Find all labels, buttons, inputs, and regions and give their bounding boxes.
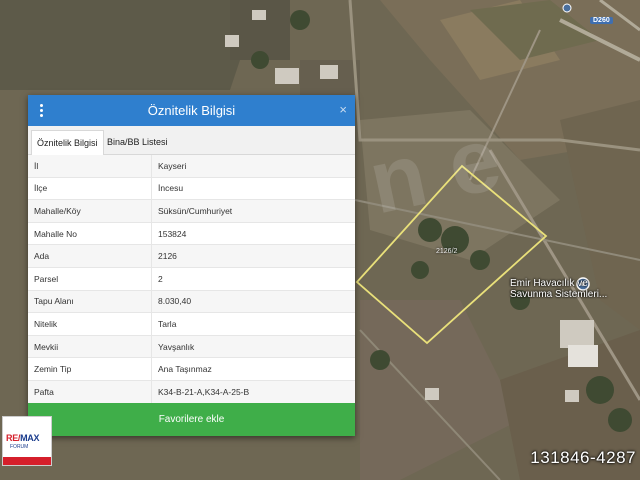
tab-building-list[interactable]: Bina/BB Listesi — [102, 130, 173, 154]
row-value: Yavşanlık — [151, 335, 355, 359]
road-label: D260 — [590, 17, 613, 24]
table-row: Mevkii Yavşanlık — [28, 335, 355, 359]
row-key: Ada — [28, 244, 152, 268]
table-row: Zemin Tip Ana Taşınmaz — [28, 357, 355, 381]
row-key: İlçe — [28, 177, 152, 201]
row-key: Pafta — [28, 380, 152, 404]
table-row: İl Kayseri — [28, 155, 355, 178]
phone-number: 131846-4287 — [530, 448, 636, 467]
table-row: Ada 2126 — [28, 244, 355, 268]
logo-bar — [3, 457, 51, 465]
panel-header: Öznitelik Bilgisi × — [28, 95, 355, 126]
poi-label[interactable]: Emir Havacılık ve Savunma Sistemleri... — [510, 278, 608, 300]
row-key: Tapu Alanı — [28, 290, 152, 314]
row-key: Mahalle No — [28, 222, 152, 246]
row-value: Kayseri — [151, 155, 355, 178]
poi-label-line2: Savunma Sistemleri... — [510, 289, 608, 300]
table-row: Mahalle/Köy Süksün/Cumhuriyet — [28, 199, 355, 223]
row-value: Ana Taşınmaz — [151, 357, 355, 381]
row-value: 2126 — [151, 244, 355, 268]
row-value: 8.030,40 — [151, 290, 355, 314]
table-row: İlçe İncesu — [28, 177, 355, 201]
table-row: Tapu Alanı 8.030,40 — [28, 290, 355, 314]
parcel-label: 2126/2 — [436, 248, 458, 255]
row-key: İl — [28, 155, 152, 178]
row-key: Parsel — [28, 267, 152, 291]
panel-title: Öznitelik Bilgisi — [147, 103, 236, 118]
row-value: K34-B-21-A,K34-A-25-B — [151, 380, 355, 404]
poi-label-line1: Emir Havacılık ve — [510, 278, 588, 289]
close-icon[interactable]: × — [339, 102, 347, 117]
logo-text: RE/MAX — [6, 433, 40, 443]
row-value: 153824 — [151, 222, 355, 246]
row-value: 2 — [151, 267, 355, 291]
row-value: Süksün/Cumhuriyet — [151, 199, 355, 223]
panel-tabs: Öznitelik Bilgisi Bina/BB Listesi — [28, 126, 355, 155]
row-value: İncesu — [151, 177, 355, 201]
logo-subtext: FORUM — [10, 444, 29, 450]
attribute-info-panel: Öznitelik Bilgisi × Öznitelik Bilgisi Bi… — [28, 95, 355, 436]
table-row: Nitelik Tarla — [28, 312, 355, 336]
row-value: Tarla — [151, 312, 355, 336]
table-row: Parsel 2 — [28, 267, 355, 291]
attribute-table: İl Kayseri İlçe İncesu Mahalle/Köy Süksün/C… — [28, 155, 355, 404]
remax-logo: RE/MAX FORUM — [2, 416, 52, 466]
row-key: Nitelik — [28, 312, 152, 336]
table-row: Pafta K34-B-21-A,K34-A-25-B — [28, 380, 355, 404]
table-row: Mahalle No 153824 — [28, 222, 355, 246]
row-key: Mahalle/Köy — [28, 199, 152, 223]
row-key: Zemin Tip — [28, 357, 152, 381]
add-to-favorites-button[interactable]: Favorilere ekle — [28, 403, 355, 436]
tab-attribute-info[interactable]: Öznitelik Bilgisi — [31, 130, 104, 155]
row-key: Mevkii — [28, 335, 152, 359]
